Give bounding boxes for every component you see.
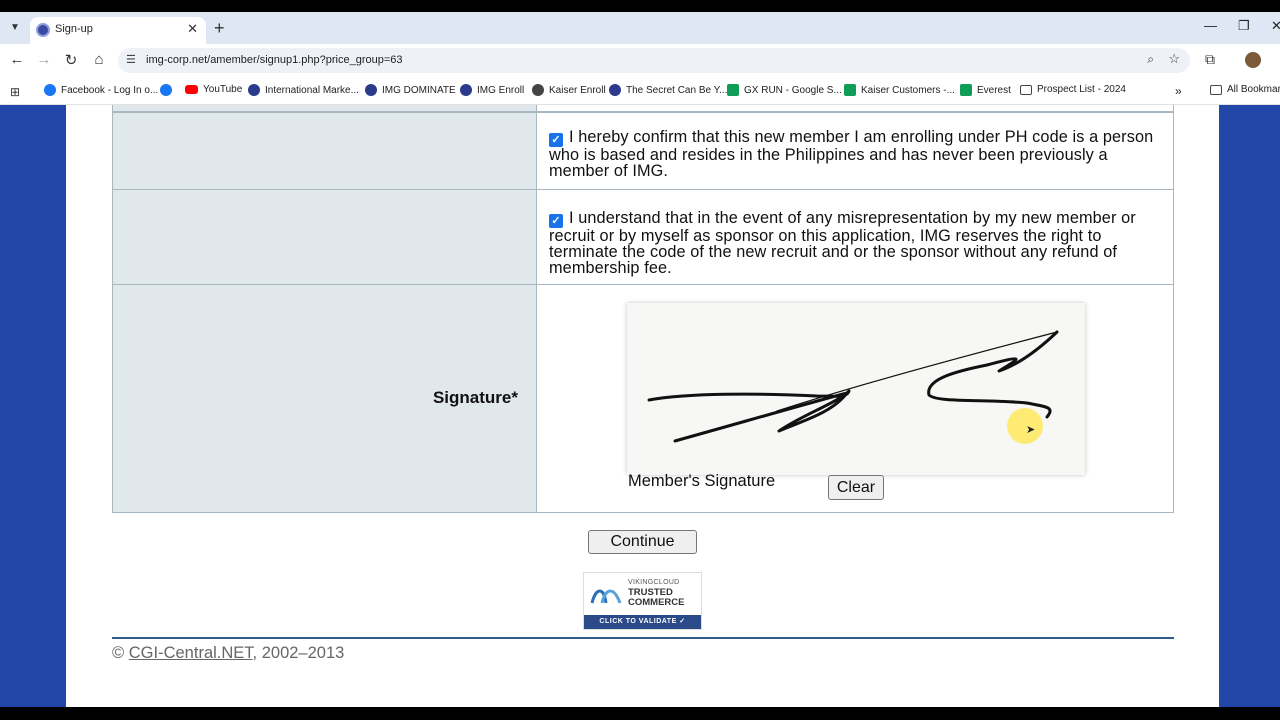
- form-value-cell: ➤ Member's Signature Clear: [538, 285, 1173, 512]
- bookmark-item[interactable]: IMG Enroll: [460, 84, 524, 96]
- confirm-agreement: ✓ I hereby confirm that this new member I…: [549, 129, 1169, 179]
- site-info-icon[interactable]: ☰: [126, 53, 136, 66]
- form-label-cell: [113, 190, 537, 284]
- new-tab-icon[interactable]: +: [214, 18, 225, 39]
- cursor-highlight: [1007, 408, 1043, 444]
- understand-checkbox[interactable]: ✓: [549, 214, 563, 228]
- signature-caption: Member's Signature: [628, 472, 776, 490]
- continue-button[interactable]: Continue: [588, 530, 697, 554]
- understand-text: I understand that in the event of any mi…: [549, 209, 1136, 278]
- bookmark-item[interactable]: [160, 84, 177, 96]
- apps-grid-icon[interactable]: ⊞: [10, 85, 20, 99]
- zoom-icon[interactable]: ⌕: [1147, 52, 1154, 67]
- img-icon: [248, 84, 260, 96]
- img-icon: [365, 84, 377, 96]
- bookmark-item[interactable]: International Marke...: [248, 84, 359, 96]
- close-window-icon[interactable]: ✕: [1271, 18, 1280, 34]
- signature-label: Signature*: [432, 388, 518, 407]
- browser-chrome: ▼ Sign-up ✕ + — ❐ ✕ ← → ↻ ⌂ ☰ img-corp.n…: [0, 12, 1280, 105]
- all-bookmarks[interactable]: All Bookmark: [1210, 84, 1280, 95]
- reload-icon[interactable]: ↻: [61, 51, 81, 69]
- form-label-cell: Signature*: [113, 285, 537, 512]
- browser-toolbar: ← → ↻ ⌂ ☰ img-corp.net/amember/signup1.p…: [0, 44, 1280, 77]
- restore-icon[interactable]: ❐: [1238, 18, 1250, 34]
- profile-avatar[interactable]: [1245, 52, 1261, 68]
- bookmark-item[interactable]: GX RUN - Google S...: [727, 84, 842, 96]
- form-row: [112, 105, 1174, 112]
- img-icon: [609, 84, 621, 96]
- cgi-central-link[interactable]: CGI-Central.NET: [129, 644, 253, 662]
- google-sheets-icon: [844, 84, 856, 96]
- form-row-signature: Signature* ➤ Member's Signature Clear: [112, 285, 1174, 513]
- clear-button[interactable]: Clear: [828, 475, 884, 500]
- tab-title: Sign-up: [55, 23, 93, 35]
- home-icon[interactable]: ⌂: [89, 51, 109, 68]
- badge-brand: VIKINGCLOUD: [628, 579, 680, 586]
- kaiser-icon: [532, 84, 544, 96]
- back-icon[interactable]: ←: [7, 51, 27, 68]
- bookmarks-bar: ⊞ Facebook - Log In o... YouTube Interna…: [0, 77, 1280, 105]
- facebook-icon: [44, 84, 56, 96]
- forward-icon[interactable]: →: [34, 51, 54, 68]
- url-text[interactable]: img-corp.net/amember/signup1.php?price_g…: [146, 54, 403, 66]
- badge-validate[interactable]: CLICK TO VALIDATE ✓: [584, 615, 701, 629]
- folder-icon: [1210, 84, 1222, 95]
- mouse-cursor-icon: ➤: [1026, 424, 1036, 436]
- footer-copyright: © CGI-Central.NET, 2002–2013: [112, 644, 345, 662]
- vikingcloud-logo-icon: [590, 589, 622, 604]
- folder-icon: [1020, 84, 1032, 95]
- close-tab-icon[interactable]: ✕: [187, 21, 198, 37]
- img-favicon-icon: [36, 23, 50, 37]
- understand-agreement: ✓ I understand that in the event of any m…: [549, 210, 1169, 277]
- bookmark-item[interactable]: Kaiser Customers -...: [844, 84, 955, 96]
- minimize-icon[interactable]: —: [1204, 18, 1217, 33]
- more-bookmarks-icon[interactable]: »: [1175, 84, 1182, 98]
- bookmark-item[interactable]: Facebook - Log In o...: [44, 84, 158, 96]
- badge-title: TRUSTED COMMERCE: [628, 587, 685, 608]
- page-content: ✓ I hereby confirm that this new member I…: [66, 105, 1219, 707]
- tab-signup[interactable]: Sign-up ✕: [30, 17, 206, 44]
- google-sheets-icon: [727, 84, 739, 96]
- tab-strip: ▼ Sign-up ✕ + — ❐ ✕: [0, 12, 1280, 44]
- form-row-confirm: ✓ I hereby confirm that this new member I…: [112, 112, 1174, 190]
- form-label-cell: [113, 113, 537, 189]
- facebook-icon: [160, 84, 172, 96]
- bookmark-item[interactable]: Prospect List - 2024: [1020, 84, 1126, 95]
- tab-search-icon[interactable]: ▼: [6, 19, 24, 37]
- form-row-understand: ✓ I understand that in the event of any m…: [112, 190, 1174, 285]
- img-icon: [460, 84, 472, 96]
- bookmark-item[interactable]: IMG DOMINATE: [365, 84, 456, 96]
- youtube-icon: [185, 85, 198, 94]
- address-bar[interactable]: ☰ img-corp.net/amember/signup1.php?price…: [118, 48, 1190, 73]
- form-value-cell: ✓ I understand that in the event of any m…: [538, 190, 1173, 284]
- footer-divider: [112, 637, 1174, 639]
- bookmark-item[interactable]: YouTube: [185, 84, 242, 95]
- google-sheets-icon: [960, 84, 972, 96]
- page-background: ✓ I hereby confirm that this new member I…: [0, 105, 1280, 707]
- bookmark-item[interactable]: Everest: [960, 84, 1011, 96]
- signature-pad[interactable]: ➤: [627, 303, 1085, 475]
- confirm-checkbox[interactable]: ✓: [549, 133, 563, 147]
- bookmark-item[interactable]: Kaiser Enroll: [532, 84, 606, 96]
- signature-strokes: [647, 330, 1059, 443]
- bookmark-item[interactable]: The Secret Can Be Y...: [609, 84, 727, 96]
- bookmark-star-icon[interactable]: ☆: [1168, 51, 1180, 67]
- form-value-cell: ✓ I hereby confirm that this new member I…: [538, 113, 1173, 189]
- confirm-text: I hereby confirm that this new member I …: [549, 128, 1154, 181]
- extensions-icon[interactable]: ⧉: [1205, 51, 1215, 68]
- trusted-commerce-badge[interactable]: VIKINGCLOUD TRUSTED COMMERCE CLICK TO VA…: [583, 572, 702, 630]
